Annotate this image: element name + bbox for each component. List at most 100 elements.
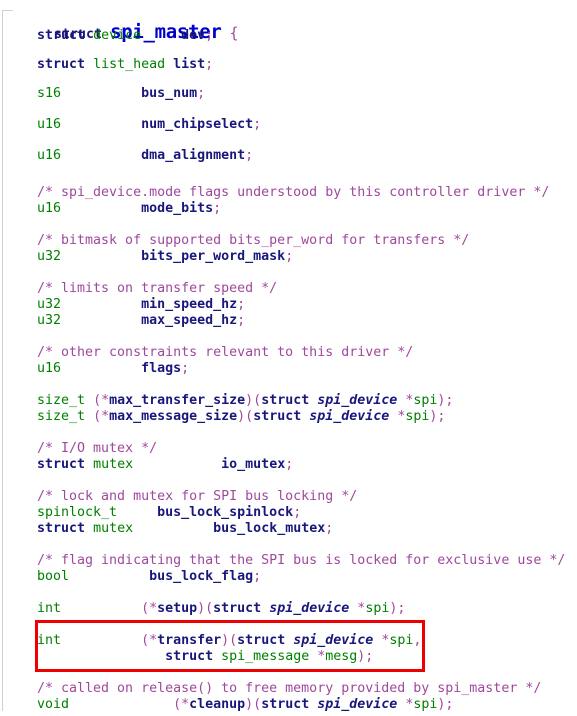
- code-token-type: int: [37, 601, 62, 616]
- code-token-punct: )(: [197, 601, 214, 616]
- code-token-structnm: spi_device: [317, 393, 398, 408]
- code-token-punct: ;: [237, 297, 246, 312]
- code-token-kw: struct: [37, 457, 86, 472]
- code-token-kw: struct: [261, 697, 310, 712]
- code-token-kw: struct: [37, 57, 86, 72]
- code-token-type: size_t: [37, 409, 86, 424]
- code-token-type: mutex: [93, 457, 134, 472]
- code-token-punct: );: [357, 649, 374, 664]
- code-token-cmt: /* limits on transfer speed */: [37, 281, 278, 296]
- code-token-type: size_t: [37, 393, 86, 408]
- code-line: s16 bus_num;: [0, 86, 205, 102]
- code-token-cmt: /* I/O mutex */: [37, 441, 158, 456]
- code-line: struct mutex bus_lock_mutex;: [0, 521, 333, 537]
- code-token-punct: );: [437, 393, 454, 408]
- code-line: bool bus_lock_flag;: [0, 569, 261, 585]
- code-token-cmt: /* lock and mutex for SPI bus locking */: [37, 489, 358, 504]
- code-token-structnm: spi_device: [317, 697, 398, 712]
- code-token-punct: ;: [213, 201, 222, 216]
- code-token-cmt: /* bitmask of supported bits_per_word fo…: [37, 233, 470, 248]
- code-token-punct: (*: [93, 393, 110, 408]
- code-token-ident: transfer: [157, 633, 222, 648]
- code-line: /* bitmask of supported bits_per_word fo…: [0, 233, 469, 249]
- code-token-cmt: /* spi_device.mode flags understood by t…: [37, 185, 550, 200]
- code-token-ident: flags: [141, 361, 182, 376]
- code-token-punct: ;: [325, 521, 334, 536]
- code-token-type: void: [37, 697, 70, 712]
- code-line: struct spi_message *mesg);: [0, 649, 373, 665]
- code-token-type: u16: [37, 148, 62, 163]
- code-token-ident: bus_lock_mutex: [213, 521, 326, 536]
- code-line: /* I/O mutex */: [0, 441, 157, 457]
- code-token-ident: max_transfer_size: [109, 393, 246, 408]
- code-token-ident: cleanup: [189, 697, 246, 712]
- code-token-type: u16: [37, 361, 62, 376]
- code-token-type: s16: [37, 86, 62, 101]
- code-token-type: u16: [37, 117, 62, 132]
- code-token-type: u16: [37, 201, 62, 216]
- code-line: u32 max_speed_hz;: [0, 313, 245, 329]
- code-token-punct: ;: [293, 505, 302, 520]
- code-token-punct: (*: [141, 601, 158, 616]
- code-line: u16 flags;: [0, 361, 189, 377]
- code-token-type: spi: [365, 601, 390, 616]
- code-line: /* other constraints relevant to this dr…: [0, 345, 413, 361]
- code-line: u32 min_speed_hz;: [0, 297, 245, 313]
- code-token-punct: ;: [285, 249, 294, 264]
- code-line: u16 dma_alignment;: [0, 148, 253, 164]
- code-token-ident: dev: [181, 28, 206, 43]
- code-token-type: bool: [37, 569, 70, 584]
- struct-declaration-line: struct spi_master {: [0, 2, 239, 42]
- code-token-punct: ;: [245, 148, 254, 163]
- code-token-type: spinlock_t: [37, 505, 118, 520]
- code-token-type: u32: [37, 313, 62, 328]
- code-line: spinlock_t bus_lock_spinlock;: [0, 505, 301, 521]
- code-token-punct: );: [437, 697, 454, 712]
- code-token-type: mutex: [93, 521, 134, 536]
- code-token-punct: ;: [253, 569, 262, 584]
- code-token-kw: struct: [37, 28, 86, 43]
- code-line: /* spi_device.mode flags understood by t…: [0, 185, 549, 201]
- code-token-type: list_head: [93, 57, 166, 72]
- code-token-ident: min_speed_hz: [141, 297, 238, 312]
- code-line: /* lock and mutex for SPI bus locking */: [0, 489, 357, 505]
- code-token-ident: mode_bits: [141, 201, 214, 216]
- code-token-punct: ;: [205, 28, 214, 43]
- code-line: struct mutex io_mutex;: [0, 457, 293, 473]
- code-token-punct: )(: [221, 633, 238, 648]
- code-token-ident: bus_lock_flag: [149, 569, 254, 584]
- code-line: int (*transfer)(struct spi_device *spi,: [0, 633, 421, 649]
- code-token-ident: max_speed_hz: [141, 313, 238, 328]
- code-token-punct: ;: [181, 361, 190, 376]
- code-token-type: spi: [389, 633, 414, 648]
- code-token-punct: ;: [237, 313, 246, 328]
- code-token-type: u32: [37, 249, 62, 264]
- code-token-kw: struct: [213, 601, 262, 616]
- code-token-ident: io_mutex: [221, 457, 286, 472]
- code-line: int (*setup)(struct spi_device *spi);: [0, 601, 405, 617]
- code-token-kw: struct: [165, 649, 214, 664]
- code-token-punct: (*: [141, 633, 158, 648]
- code-token-punct: ,: [413, 633, 422, 648]
- code-line: struct list_head list;: [0, 57, 213, 73]
- code-token-punct: );: [429, 409, 446, 424]
- code-token-ident: max_message_size: [109, 409, 238, 424]
